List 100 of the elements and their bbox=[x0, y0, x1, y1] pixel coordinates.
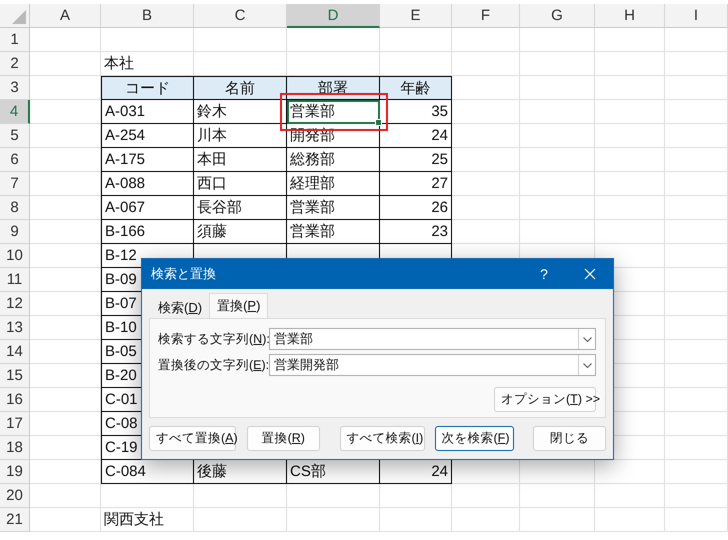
tab[interactable]: 置換(P) bbox=[209, 293, 268, 318]
sheet-cell[interactable] bbox=[595, 196, 665, 220]
sheet-cell[interactable] bbox=[520, 148, 595, 172]
sheet-cell[interactable] bbox=[595, 76, 665, 100]
sheet-cell[interactable] bbox=[520, 52, 595, 76]
sheet-cell[interactable] bbox=[452, 124, 520, 148]
sheet-cell[interactable] bbox=[101, 484, 194, 508]
combo-box[interactable]: 営業開発部 bbox=[269, 354, 596, 376]
sheet-cell[interactable] bbox=[520, 508, 595, 532]
row-header[interactable]: 1 bbox=[0, 28, 30, 52]
sheet-cell[interactable] bbox=[30, 148, 101, 172]
sheet-cell[interactable] bbox=[665, 172, 728, 196]
row-header[interactable]: 7 bbox=[0, 172, 30, 196]
row-header[interactable]: 17 bbox=[0, 412, 30, 436]
column-header[interactable]: F bbox=[452, 4, 520, 28]
column-header[interactable]: G bbox=[520, 4, 595, 28]
sheet-cell[interactable] bbox=[520, 172, 595, 196]
sheet-cell[interactable] bbox=[595, 172, 665, 196]
dialog-button[interactable]: 置換(R) bbox=[247, 426, 320, 451]
sheet-cell[interactable] bbox=[665, 316, 728, 340]
sheet-cell[interactable] bbox=[665, 124, 728, 148]
sheet-cell[interactable] bbox=[665, 52, 728, 76]
sheet-cell[interactable] bbox=[30, 124, 101, 148]
row-header[interactable]: 21 bbox=[0, 508, 30, 532]
sheet-cell[interactable] bbox=[665, 436, 728, 460]
sheet-cell[interactable] bbox=[30, 52, 101, 76]
sheet-cell[interactable] bbox=[287, 508, 380, 532]
help-button[interactable]: ? bbox=[521, 259, 567, 289]
sheet-cell[interactable] bbox=[665, 148, 728, 172]
sheet-cell[interactable] bbox=[30, 100, 101, 124]
sheet-cell[interactable] bbox=[30, 196, 101, 220]
sheet-cell[interactable] bbox=[30, 244, 101, 268]
dialog-button[interactable]: 次を検索(F) bbox=[434, 426, 514, 451]
column-header[interactable]: A bbox=[30, 4, 101, 28]
sheet-cell[interactable] bbox=[665, 460, 728, 484]
row-header[interactable]: 15 bbox=[0, 364, 30, 388]
sheet-cell[interactable] bbox=[452, 172, 520, 196]
sheet-cell[interactable] bbox=[30, 436, 101, 460]
sheet-cell[interactable] bbox=[194, 28, 287, 52]
dialog-button[interactable]: すべて検索(I) bbox=[340, 426, 424, 451]
row-header[interactable]: 18 bbox=[0, 436, 30, 460]
sheet-cell[interactable] bbox=[194, 484, 287, 508]
sheet-cell[interactable] bbox=[665, 364, 728, 388]
sheet-cell[interactable] bbox=[101, 28, 194, 52]
row-header[interactable]: 8 bbox=[0, 196, 30, 220]
sheet-cell[interactable] bbox=[380, 28, 452, 52]
row-header[interactable]: 2 bbox=[0, 52, 30, 76]
sheet-cell[interactable] bbox=[194, 508, 287, 532]
sheet-cell[interactable] bbox=[595, 28, 665, 52]
sheet-cell[interactable] bbox=[30, 316, 101, 340]
sheet-cell[interactable] bbox=[665, 196, 728, 220]
sheet-cell[interactable] bbox=[380, 484, 452, 508]
sheet-cell[interactable] bbox=[665, 508, 728, 532]
sheet-cell[interactable] bbox=[287, 28, 380, 52]
fill-handle[interactable] bbox=[375, 119, 382, 126]
row-header[interactable]: 12 bbox=[0, 292, 30, 316]
column-header[interactable]: I bbox=[665, 4, 728, 28]
sheet-cell[interactable] bbox=[30, 28, 101, 52]
sheet-cell[interactable] bbox=[665, 100, 728, 124]
sheet-cell[interactable] bbox=[452, 220, 520, 244]
sheet-cell[interactable] bbox=[452, 196, 520, 220]
sheet-cell[interactable] bbox=[665, 268, 728, 292]
sheet-cell[interactable] bbox=[595, 148, 665, 172]
dialog-button[interactable]: すべて置換(A) bbox=[149, 426, 236, 451]
sheet-cell[interactable] bbox=[30, 484, 101, 508]
sheet-cell[interactable] bbox=[452, 484, 520, 508]
sheet-cell[interactable] bbox=[520, 220, 595, 244]
sheet-cell[interactable] bbox=[452, 508, 520, 532]
sheet-cell[interactable] bbox=[520, 76, 595, 100]
sheet-cell[interactable] bbox=[595, 100, 665, 124]
sheet-cell[interactable] bbox=[30, 268, 101, 292]
row-header[interactable]: 13 bbox=[0, 316, 30, 340]
sheet-cell[interactable] bbox=[520, 100, 595, 124]
sheet-cell[interactable] bbox=[520, 28, 595, 52]
column-header[interactable]: C bbox=[194, 4, 287, 28]
sheet-cell[interactable] bbox=[287, 484, 380, 508]
sheet-cell[interactable] bbox=[595, 484, 665, 508]
sheet-cell[interactable] bbox=[665, 28, 728, 52]
column-header[interactable]: H bbox=[595, 4, 665, 28]
sheet-cell[interactable] bbox=[665, 244, 728, 268]
sheet-cell[interactable] bbox=[665, 484, 728, 508]
sheet-cell[interactable] bbox=[30, 220, 101, 244]
row-header[interactable]: 4 bbox=[0, 100, 30, 124]
sheet-cell[interactable] bbox=[30, 412, 101, 436]
column-header[interactable]: D bbox=[287, 4, 380, 28]
sheet-cell[interactable] bbox=[452, 148, 520, 172]
sheet-cell[interactable] bbox=[665, 412, 728, 436]
sheet-cell[interactable] bbox=[595, 508, 665, 532]
dialog-button[interactable]: 閉じる bbox=[532, 426, 606, 451]
sheet-cell[interactable] bbox=[30, 340, 101, 364]
sheet-cell[interactable] bbox=[595, 124, 665, 148]
sheet-cell[interactable] bbox=[30, 172, 101, 196]
row-header[interactable]: 6 bbox=[0, 148, 30, 172]
sheet-cell[interactable] bbox=[30, 292, 101, 316]
sheet-cell[interactable] bbox=[665, 388, 728, 412]
row-header[interactable]: 10 bbox=[0, 244, 30, 268]
sheet-cell[interactable] bbox=[520, 196, 595, 220]
row-header[interactable]: 19 bbox=[0, 460, 30, 484]
sheet-cell[interactable] bbox=[30, 364, 101, 388]
sheet-cell[interactable] bbox=[665, 340, 728, 364]
